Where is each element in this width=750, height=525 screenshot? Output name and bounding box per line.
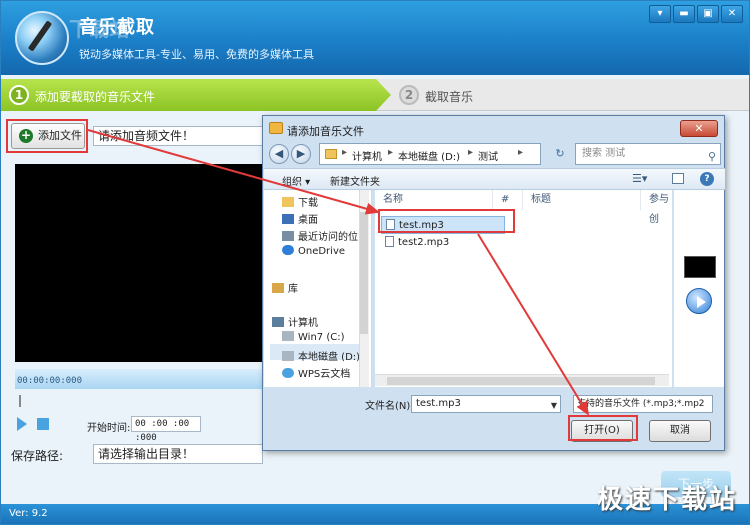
save-path-label: 保存路径: bbox=[11, 449, 64, 463]
preview-pane-icon[interactable] bbox=[672, 173, 684, 184]
audio-file-input[interactable]: 请添加音频文件！ bbox=[93, 126, 263, 146]
computer-icon bbox=[272, 317, 284, 327]
step-1-label: 添加要截取的音乐文件 bbox=[35, 90, 156, 104]
watermark: 极速下载站 bbox=[596, 485, 737, 515]
maximize-button[interactable]: ▣ bbox=[697, 5, 719, 23]
dialog-title: 请添加音乐文件 bbox=[287, 125, 364, 138]
organize-menu[interactable]: 组织 ▾ bbox=[282, 173, 310, 188]
scrollbar-thumb[interactable] bbox=[387, 377, 655, 385]
filename-input[interactable]: test.mp3 ▼ bbox=[411, 395, 561, 413]
title-bar: 音乐截取 下载站 锐动多媒体工具-专业、易用、免费的多媒体工具 ▾ ▬ ▣ ✕ bbox=[1, 1, 749, 75]
file-row-test2-mp3[interactable]: test2.mp3 bbox=[381, 234, 505, 252]
highlight-open-button bbox=[568, 415, 638, 441]
open-file-dialog: 请添加音乐文件 ✕ ◀ ▶ ▸ 计算机 ▸ 本地磁盘 (D:) ▸ 测试 ▸ ↻… bbox=[262, 115, 725, 451]
navigation-pane: 下载 桌面 最近访问的位 OneDrive 库 计算机 Win7 (C:) 本地… bbox=[264, 190, 372, 387]
view-options-icon[interactable]: ☰▾ bbox=[632, 172, 647, 185]
play-icon[interactable] bbox=[686, 288, 712, 314]
timeline-start-time: 00:00:00:000 bbox=[17, 376, 83, 386]
timeline-slider[interactable] bbox=[15, 393, 265, 407]
column-header-name[interactable]: 名称 bbox=[375, 190, 493, 210]
version-label: Ver: 9.2 bbox=[9, 508, 48, 519]
start-time-label: 开始时间: bbox=[87, 423, 131, 434]
address-bar[interactable]: ▸ 计算机 ▸ 本地磁盘 (D:) ▸ 测试 ▸ bbox=[319, 143, 541, 165]
back-arrow-icon[interactable]: ◀ bbox=[269, 144, 289, 164]
help-icon[interactable]: ? bbox=[700, 172, 714, 186]
stop-icon[interactable] bbox=[37, 418, 49, 430]
close-button[interactable]: ✕ bbox=[721, 5, 743, 23]
drive-icon bbox=[282, 351, 294, 361]
chevron-down-icon[interactable]: ▼ bbox=[551, 398, 557, 414]
column-header-artist[interactable]: 参与创 bbox=[641, 190, 675, 225]
preview-thumbnail bbox=[684, 256, 716, 278]
app-subtitle: 锐动多媒体工具-专业、易用、免费的多媒体工具 bbox=[79, 48, 314, 61]
column-header-title[interactable]: 标题 bbox=[523, 190, 641, 210]
step-2-label: 截取音乐 bbox=[425, 90, 474, 104]
highlight-file-selection bbox=[378, 209, 515, 233]
nav-item-wps-cloud[interactable]: WPS云文档 bbox=[282, 365, 350, 380]
highlight-add-file bbox=[6, 119, 88, 153]
cloud-icon bbox=[282, 368, 294, 378]
preview-pane bbox=[674, 190, 724, 387]
step-2-number: 2 bbox=[399, 85, 419, 105]
cloud-icon bbox=[282, 245, 294, 255]
download-folder-icon bbox=[282, 197, 294, 207]
breadcrumb-computer[interactable]: 计算机 bbox=[352, 148, 382, 163]
folder-icon bbox=[325, 149, 337, 159]
nav-scrollbar-thumb[interactable] bbox=[360, 212, 368, 334]
search-icon: ⚲ bbox=[707, 150, 716, 163]
start-time-input[interactable]: 00 :00 :00 :000 bbox=[131, 416, 201, 443]
play-icon[interactable] bbox=[17, 417, 27, 431]
dialog-toolbar: 组织 ▾ 新建文件夹 ☰▾ ? bbox=[264, 168, 725, 190]
nav-item-recent[interactable]: 最近访问的位 bbox=[282, 228, 358, 243]
menu-button[interactable]: ▾ bbox=[649, 5, 671, 23]
address-row: ◀ ▶ ▸ 计算机 ▸ 本地磁盘 (D:) ▸ 测试 ▸ ↻ 搜索 测试 ⚲ bbox=[269, 143, 721, 165]
dialog-close-button[interactable]: ✕ bbox=[680, 120, 718, 137]
recent-places-icon bbox=[282, 231, 294, 241]
minimize-button[interactable]: ▬ bbox=[673, 5, 695, 23]
column-header-number[interactable]: # bbox=[493, 190, 523, 210]
nav-item-onedrive[interactable]: OneDrive bbox=[282, 245, 345, 257]
watermark-top: 下载站 bbox=[69, 17, 129, 41]
steps-bar: 1 添加要截取的音乐文件 2 截取音乐 bbox=[1, 79, 749, 111]
breadcrumb-drive-d[interactable]: 本地磁盘 (D:) bbox=[398, 148, 460, 163]
app-logo-icon bbox=[15, 11, 69, 65]
nav-item-downloads[interactable]: 下载 bbox=[282, 194, 318, 209]
breadcrumb-test[interactable]: 测试 bbox=[478, 148, 498, 163]
drive-icon bbox=[282, 331, 294, 341]
new-folder-button[interactable]: 新建文件夹 bbox=[330, 173, 380, 188]
file-list-horizontal-scrollbar[interactable] bbox=[375, 374, 669, 386]
dialog-title-bar: 请添加音乐文件 ✕ bbox=[263, 116, 724, 142]
library-icon bbox=[272, 283, 284, 293]
video-preview bbox=[15, 164, 265, 362]
save-path-input[interactable]: 请选择输出目录！ bbox=[93, 444, 263, 464]
nav-item-desktop[interactable]: 桌面 bbox=[282, 211, 318, 226]
filename-label: 文件名(N): bbox=[365, 401, 414, 412]
search-input[interactable]: 搜索 测试 ⚲ bbox=[575, 143, 721, 165]
step-1-number: 1 bbox=[9, 85, 29, 105]
search-placeholder: 搜索 测试 bbox=[582, 148, 626, 159]
cancel-button[interactable]: 取消 bbox=[649, 420, 711, 442]
forward-arrow-icon[interactable]: ▶ bbox=[291, 144, 311, 164]
audio-file-icon bbox=[385, 236, 394, 247]
refresh-icon[interactable]: ↻ bbox=[551, 145, 569, 163]
nav-item-drive-d[interactable]: 本地磁盘 (D:) bbox=[282, 348, 360, 363]
filetype-select[interactable]: 支持的音乐文件 (*.mp3;*.mp2 bbox=[573, 395, 713, 413]
window-controls: ▾ ▬ ▣ ✕ bbox=[647, 5, 743, 23]
desktop-icon bbox=[282, 214, 294, 224]
nav-item-library[interactable]: 库 bbox=[272, 280, 298, 295]
nav-item-drive-c[interactable]: Win7 (C:) bbox=[282, 331, 344, 343]
folder-icon bbox=[269, 122, 283, 134]
nav-item-computer[interactable]: 计算机 bbox=[272, 314, 318, 329]
